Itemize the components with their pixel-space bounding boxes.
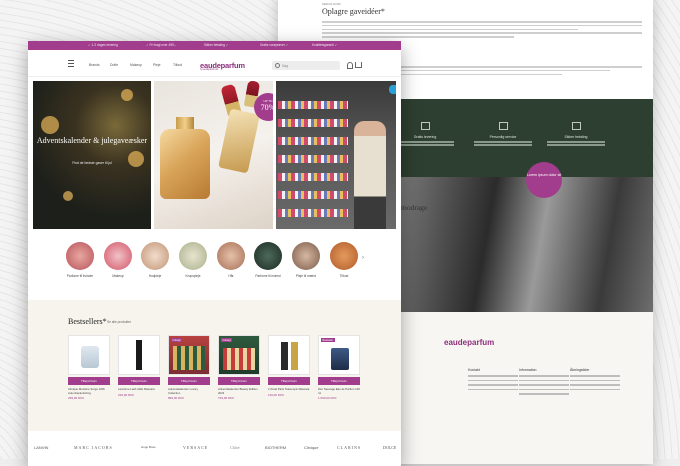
front-page-mockup: ✓ 1-2 dages levering ✓ Fri fragt over 49… [28, 41, 401, 466]
bestsellers-section: Bestsellers* Se alle produkter Tilføj ti… [28, 300, 401, 431]
brand-logo[interactable]: DOLCE [383, 445, 396, 450]
usp-item: Gratis vareprøver ✓ [260, 43, 289, 47]
brand-logo[interactable]: LANVIN [34, 445, 48, 450]
hero-store[interactable] [276, 81, 396, 229]
category-item[interactable]: Kropspleje [175, 242, 211, 278]
hero-sale[interactable]: UP TO70% [154, 81, 273, 229]
product-card[interactable]: Udsolgt Tilføj til kurv Adventskalender … [168, 335, 210, 400]
brand-logo[interactable]: CLARINS [337, 445, 361, 450]
footer-col-contact: Kontakt [468, 368, 518, 393]
nav-item-pleje[interactable]: Pleje [153, 63, 161, 67]
product-image: Bestseller [318, 335, 360, 375]
usp-item: ✓ 1-2 dages levering [88, 43, 118, 47]
usp-item: Sikker betaling ✓ [204, 43, 229, 47]
add-to-cart-button[interactable]: Tilføj til kurv [218, 377, 260, 385]
truck-icon [420, 122, 430, 130]
product-card[interactable]: Tilføj til kurv Clinique Moisture Surge … [68, 335, 110, 400]
chevron-right-icon[interactable]: › [362, 255, 364, 261]
category-item[interactable]: Tilbud [326, 242, 362, 278]
brand-logo[interactable]: VERSACE [183, 445, 208, 450]
accessibility-eye-icon[interactable] [389, 85, 396, 94]
see-all-link[interactable]: Se alle produkter [107, 320, 131, 324]
category-item[interactable]: Makeup [100, 242, 136, 278]
product-image [268, 335, 310, 375]
add-to-cart-button[interactable]: Tilføj til kurv [68, 377, 110, 385]
perfume-image [160, 129, 210, 199]
brand-logo[interactable]: MARC JACOBS [74, 445, 113, 450]
brand-logo[interactable]: Hugo Boss [141, 445, 156, 449]
site-logo[interactable]: eaudeparfum by eaudeparfum.dk [200, 61, 245, 71]
bestsellers-title: Bestsellers* [68, 317, 107, 326]
category-carousel: Parfume til kvinder Makeup Hudpleje Krop… [28, 242, 401, 292]
category-item[interactable]: Hudpleje [137, 242, 173, 278]
back-paragraph [322, 21, 642, 40]
main-nav: Brands Dufte Makeup Pleje Tilbud eaudepa… [28, 50, 401, 77]
nav-item-brands[interactable]: Brands [89, 63, 100, 67]
feature-3: Sikker betaling [541, 122, 611, 147]
add-to-cart-button[interactable]: Tilføj til kurv [268, 377, 310, 385]
product-image [118, 335, 160, 375]
usp-item: Kvalitetsgaranti ✓ [312, 43, 338, 47]
add-to-cart-button[interactable]: Tilføj til kurv [168, 377, 210, 385]
back-label: SEDAN NOIR [322, 2, 341, 6]
category-item[interactable]: Hår [213, 242, 249, 278]
product-image: Udsolgt [218, 335, 260, 375]
feature-2: Personlig service [468, 122, 538, 147]
category-item[interactable]: Pleje til mænd [288, 242, 324, 278]
search-icon [275, 63, 280, 68]
hero-banners: Adventskalender & julegaveæsker Find de … [33, 81, 396, 229]
back-promo-badge[interactable]: Lorem ipsum dolor sit [526, 162, 562, 198]
usp-topbar: ✓ 1-2 dages levering ✓ Fri fragt over 49… [28, 41, 401, 50]
hero-advent-title: Adventskalender & julegaveæsker [36, 136, 148, 145]
nav-item-tilbud[interactable]: Tilbud [173, 63, 182, 67]
hero-advent[interactable]: Adventskalender & julegaveæsker Find de … [33, 81, 151, 229]
nav-item-dufte[interactable]: Dufte [110, 63, 118, 67]
brand-logo[interactable]: BIOTHERM [265, 445, 286, 450]
search-input[interactable]: Søg [272, 61, 340, 70]
chat-icon [498, 122, 508, 130]
category-item[interactable]: Parfume til mænd [250, 242, 286, 278]
brand-logo[interactable]: Chloé [230, 445, 240, 450]
footer-col-hours: Åbningstider [570, 368, 620, 393]
nav-item-makeup[interactable]: Makeup [130, 63, 142, 67]
back-hero-heading: modrage [401, 203, 428, 212]
menu-icon[interactable] [68, 60, 74, 67]
lock-icon [571, 122, 581, 130]
back-hero-image [400, 177, 653, 312]
add-to-cart-button[interactable]: Tilføj til kurv [318, 377, 360, 385]
product-card[interactable]: Tilføj til kurv Lancôme Lash Idôle Masca… [118, 335, 160, 397]
perfume-image [218, 108, 260, 174]
product-card[interactable]: Tilføj til kurv L'Oréal Paris Telescopic… [268, 335, 310, 397]
account-icon[interactable] [347, 62, 353, 69]
back-heading: Oplagre gaveidéer* [322, 7, 385, 16]
brand-logos-row: LANVIN MARC JACOBS Hugo Boss VERSACE Chl… [28, 441, 401, 457]
product-card[interactable]: Bestseller Tilføj til kurv Dior Sauvage … [318, 335, 360, 400]
usp-item: ✓ Fri fragt over 499,- [146, 43, 176, 47]
brand-logo[interactable]: Clinique [304, 445, 318, 450]
footer-logo[interactable]: eaudeparfum [444, 338, 494, 347]
store-owner-image [354, 121, 386, 229]
product-card[interactable]: Udsolgt Tilføj til kurv Adventskalender … [218, 335, 260, 400]
product-image [68, 335, 110, 375]
add-to-cart-button[interactable]: Tilføj til kurv [118, 377, 160, 385]
hero-advent-subtitle: Find de bedste gaver til jul [72, 161, 112, 165]
product-image: Udsolgt [168, 335, 210, 375]
cart-icon[interactable] [355, 62, 362, 68]
category-item[interactable]: Parfume til kvinder [62, 242, 98, 278]
footer-col-info: Information [519, 368, 569, 398]
